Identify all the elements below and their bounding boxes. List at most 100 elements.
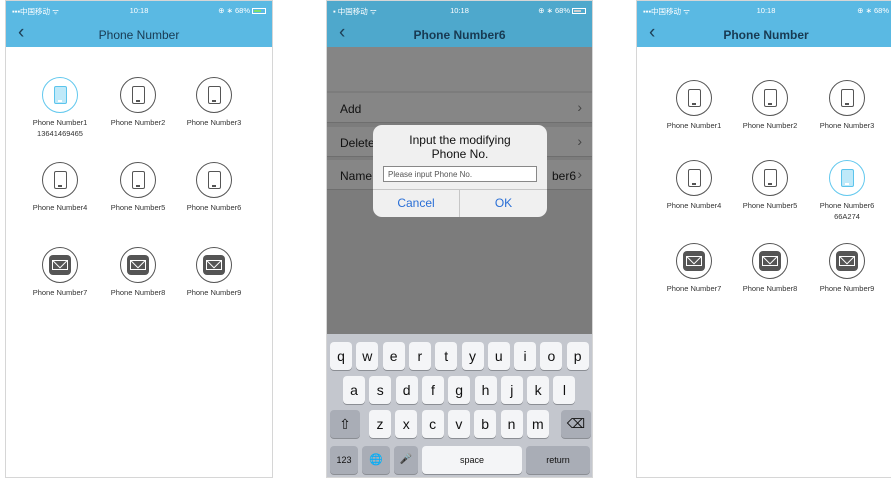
phone-number-item[interactable]: Phone Number1 <box>654 80 734 130</box>
mobile-phone-icon <box>676 160 712 196</box>
chevron-right-icon: › <box>577 166 582 182</box>
battery-indicator: ⊕ ∗ 68% <box>218 6 266 15</box>
phone-number-item[interactable]: Phone Number5 <box>98 162 178 212</box>
phone-number-item[interactable]: Phone Number1 13641469465 <box>20 77 100 138</box>
phone-number-label: Phone Number1 <box>32 118 88 127</box>
mobile-phone-icon <box>42 77 78 113</box>
key-f[interactable]: f <box>421 376 444 404</box>
cancel-button[interactable]: Cancel <box>373 190 460 217</box>
mobile-phone-icon <box>196 162 232 198</box>
dialog-buttons: Cancel OK <box>373 189 547 217</box>
phone-number-item[interactable]: Phone Number6 66A274 <box>807 160 887 221</box>
phone-number-item[interactable]: Phone Number9 <box>807 243 887 293</box>
globe-icon[interactable]: 🌐 <box>362 446 390 474</box>
key-a[interactable]: a <box>343 376 365 404</box>
key-r[interactable]: r <box>408 342 431 370</box>
key-k[interactable]: k <box>527 376 550 404</box>
return-key[interactable]: return <box>526 446 590 474</box>
phone-number-item[interactable]: Phone Number4 <box>20 162 100 212</box>
status-bar: ▪▪▪中国移动 ᯤ 10:18 ⊕ ∗ 68% <box>6 1 272 21</box>
key-p[interactable]: p <box>566 342 589 370</box>
key-h[interactable]: h <box>474 376 497 404</box>
key-j[interactable]: j <box>500 376 523 404</box>
phone-number-label: Phone Number4 <box>666 201 722 210</box>
backspace-icon[interactable]: ⌫ <box>561 410 591 438</box>
phone-number-item[interactable]: Phone Number2 <box>98 77 178 127</box>
phone-number-item[interactable]: Phone Number5 <box>730 160 810 210</box>
phone-number-input[interactable] <box>383 166 537 182</box>
phone-number-label: Phone Number2 <box>110 118 166 127</box>
key-e[interactable]: e <box>382 342 405 370</box>
ok-button[interactable]: OK <box>460 190 547 217</box>
phone-number-value: 66A274 <box>834 212 860 221</box>
key-u[interactable]: u <box>487 342 510 370</box>
key-g[interactable]: g <box>448 376 471 404</box>
key-x[interactable]: x <box>395 410 418 438</box>
phone-number-item[interactable]: Phone Number2 <box>730 80 810 130</box>
nav-bar: ‹ Phone Number6 <box>327 21 592 47</box>
key-d[interactable]: d <box>395 376 418 404</box>
key-m[interactable]: m <box>526 410 549 438</box>
key-z[interactable]: z <box>369 410 391 438</box>
battery-icon <box>572 8 586 14</box>
mail-icon <box>752 243 788 279</box>
phone-number-label: Phone Number4 <box>32 203 88 212</box>
phone-number-item[interactable]: Phone Number3 <box>174 77 254 127</box>
battery-indicator: ⊕ ∗ 68% <box>538 6 586 15</box>
shift-icon[interactable]: ⇧ <box>330 410 360 438</box>
page-title: Phone Number6 <box>413 28 506 42</box>
key-y[interactable]: y <box>461 342 484 370</box>
phone-number-label: Phone Number9 <box>186 288 242 297</box>
phone-number-label: Phone Number6 <box>819 201 875 210</box>
microphone-icon[interactable]: 🎤 <box>394 446 418 474</box>
nav-bar: ‹ Phone Number <box>6 21 272 47</box>
key-c[interactable]: c <box>421 410 444 438</box>
key-q[interactable]: q <box>330 342 352 370</box>
phone-number-item[interactable]: Phone Number9 <box>174 247 254 297</box>
battery-indicator: ⊕ ∗ 68% <box>857 6 889 15</box>
menu-add[interactable]: Add › <box>327 93 592 123</box>
phone-number-item[interactable]: Phone Number6 <box>174 162 254 212</box>
mobile-phone-icon <box>120 77 156 113</box>
key-t[interactable]: t <box>435 342 458 370</box>
mobile-phone-icon <box>676 80 712 116</box>
menu-add-label: Add <box>340 102 362 116</box>
mobile-phone-icon <box>829 160 865 196</box>
key-o[interactable]: o <box>540 342 563 370</box>
page-title: Phone Number <box>723 28 809 42</box>
mail-icon <box>196 247 232 283</box>
phone-screen-1: ▪▪▪中国移动 ᯤ 10:18 ⊕ ∗ 68% ‹ Phone Number P… <box>5 0 273 478</box>
numbers-key[interactable]: 123 <box>330 446 358 474</box>
dialog-title-line1: Input the modifying <box>409 133 511 147</box>
phone-number-item[interactable]: Phone Number4 <box>654 160 734 210</box>
space-key[interactable]: space <box>422 446 522 474</box>
phone-screen-2: ▪ 中国移动 ᯤ 10:18 ⊕ ∗ 68% ‹ Phone Number6 A… <box>326 0 593 478</box>
phone-number-item[interactable]: Phone Number7 <box>20 247 100 297</box>
key-l[interactable]: l <box>553 376 576 404</box>
phone-number-label: Phone Number2 <box>742 121 798 130</box>
phone-number-label: Phone Number8 <box>110 288 166 297</box>
mobile-phone-icon <box>120 162 156 198</box>
phone-number-label: Phone Number1 <box>666 121 722 130</box>
key-i[interactable]: i <box>514 342 537 370</box>
modify-phone-dialog: Input the modifying Phone No. Cancel OK <box>373 125 547 217</box>
key-v[interactable]: v <box>447 410 470 438</box>
phone-number-value: 13641469465 <box>37 129 83 138</box>
phone-number-item[interactable]: Phone Number3 <box>807 80 887 130</box>
phone-number-label: Phone Number7 <box>32 288 88 297</box>
nav-bar: ‹ Phone Number <box>637 21 891 47</box>
phone-number-item[interactable]: Phone Number8 <box>730 243 810 293</box>
key-s[interactable]: s <box>369 376 392 404</box>
key-n[interactable]: n <box>500 410 523 438</box>
key-b[interactable]: b <box>474 410 497 438</box>
mail-icon <box>42 247 78 283</box>
keyboard: q w e r t y u i o p a s d f g h j k l ⇧ z x c v b n m ⌫ 123 🌐 🎤 space re… <box>327 334 592 477</box>
mobile-phone-icon <box>42 162 78 198</box>
chevron-right-icon: › <box>577 133 582 149</box>
menu-delete-label: Delete <box>340 136 375 150</box>
phone-number-label: Phone Number3 <box>186 118 242 127</box>
key-w[interactable]: w <box>356 342 379 370</box>
dialog-title-line2: Phone No. <box>431 147 489 161</box>
phone-number-item[interactable]: Phone Number8 <box>98 247 178 297</box>
phone-number-item[interactable]: Phone Number7 <box>654 243 734 293</box>
